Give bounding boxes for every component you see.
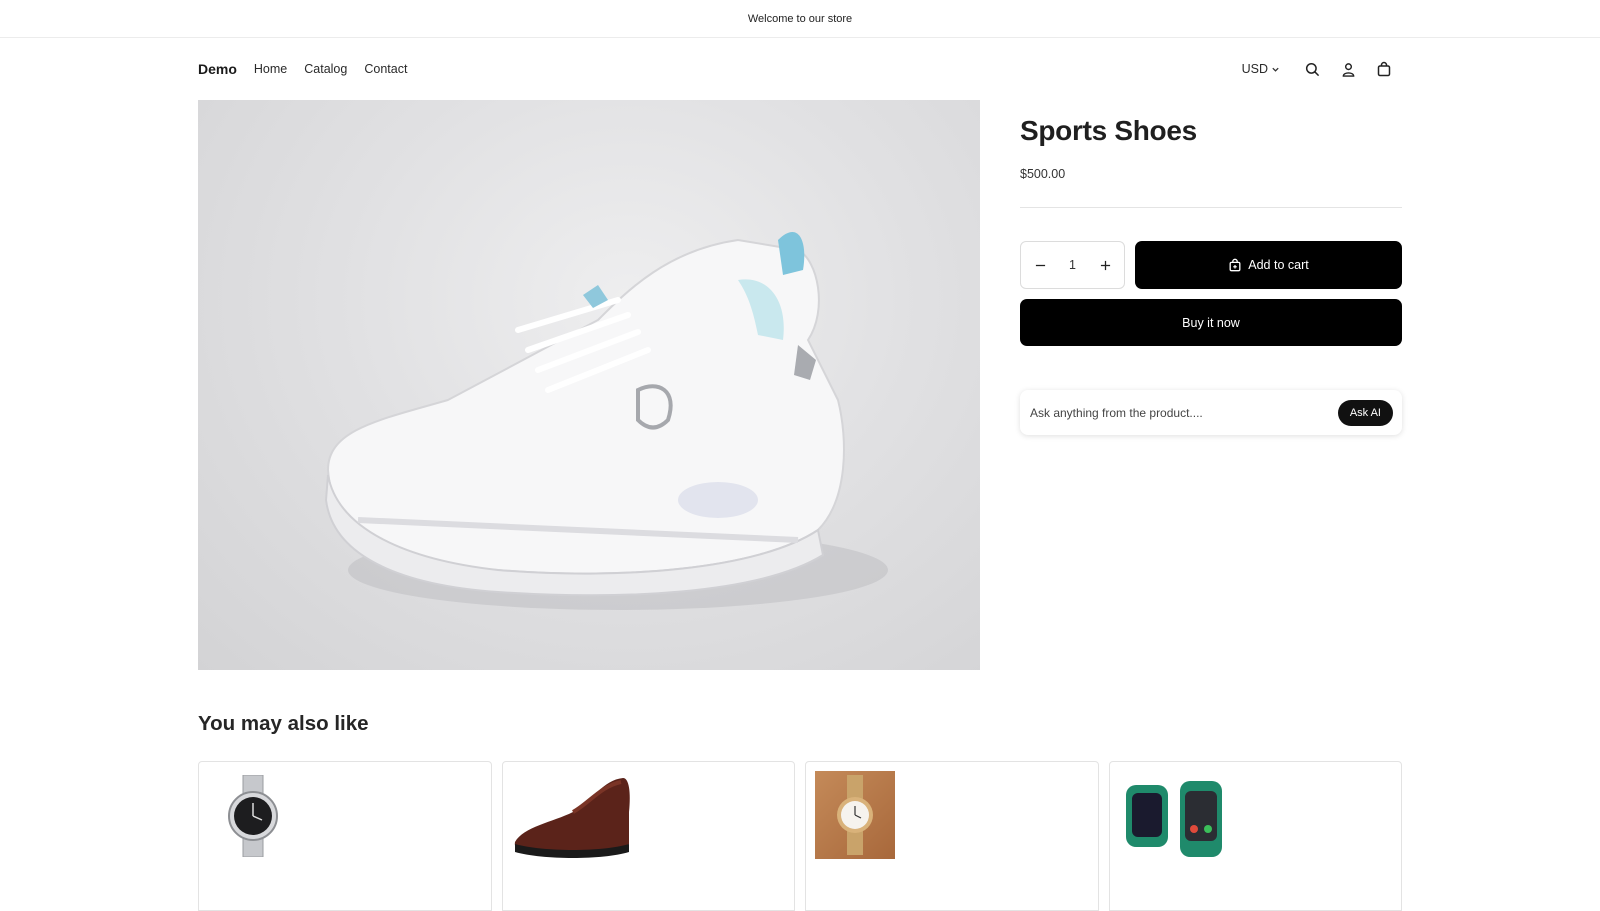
buy-it-now-label: Buy it now <box>1182 315 1240 330</box>
product-card[interactable] <box>1108 761 1402 911</box>
currency-selector[interactable]: USD <box>1242 62 1280 76</box>
main-nav: Home Catalog Contact <box>254 62 408 76</box>
cart-add-icon <box>1229 258 1241 272</box>
minus-icon <box>1035 264 1045 266</box>
user-icon <box>1342 62 1354 77</box>
shopping-bag-icon <box>1377 61 1391 77</box>
nav-contact-link[interactable]: Contact <box>364 62 407 76</box>
green-smartwatch-image <box>1125 781 1222 857</box>
cart-button[interactable] <box>1366 54 1402 84</box>
ask-ai-button[interactable]: Ask AI <box>1337 399 1393 426</box>
plus-icon <box>1100 260 1110 270</box>
store-logo[interactable]: Demo <box>198 61 237 77</box>
recommendations-grid <box>198 761 1402 911</box>
product-card[interactable] <box>805 761 1099 911</box>
add-to-cart-button[interactable]: Add to cart <box>1135 241 1402 289</box>
search-button[interactable] <box>1294 54 1330 84</box>
account-button[interactable] <box>1330 54 1366 84</box>
leather-shoe-image <box>514 778 630 858</box>
product-card[interactable] <box>198 761 492 911</box>
product-info: Sports Shoes $500.00 <box>1020 115 1402 208</box>
header-actions: USD <box>1242 54 1402 84</box>
product-card[interactable] <box>501 761 795 911</box>
quantity-input[interactable] <box>1057 258 1088 272</box>
product-main-image[interactable] <box>198 100 980 670</box>
site-header: Demo Home Catalog Contact USD <box>198 54 1402 84</box>
add-to-cart-label: Add to cart <box>1248 258 1309 272</box>
divider <box>1020 207 1402 208</box>
currency-label: USD <box>1241 62 1268 76</box>
quantity-increase-button[interactable] <box>1094 254 1116 276</box>
product-price: $500.00 <box>1020 167 1066 181</box>
purchase-row: Add to cart <box>1020 241 1402 289</box>
ask-ai-box: Ask AI <box>1020 390 1402 435</box>
sneaker-image <box>324 231 888 610</box>
product-title: Sports Shoes <box>1020 115 1197 146</box>
nav-home-link[interactable]: Home <box>254 62 287 76</box>
product-thumbnail <box>1119 771 1229 867</box>
quantity-decrease-button[interactable] <box>1029 254 1051 276</box>
announcement-text: Welcome to our store <box>747 12 853 25</box>
nav-catalog-link[interactable]: Catalog <box>304 62 347 76</box>
buy-it-now-button[interactable]: Buy it now <box>1020 299 1402 346</box>
gold-watch-image <box>837 775 873 855</box>
search-icon <box>1305 62 1319 76</box>
announcement-bar: Welcome to our store <box>0 0 1600 38</box>
product-thumbnail <box>208 771 298 861</box>
quantity-stepper <box>1020 241 1125 289</box>
recommendations-title: You may also like <box>198 712 369 735</box>
chevron-down-icon <box>1272 67 1279 72</box>
product-thumbnail <box>815 771 895 859</box>
ask-ai-input[interactable] <box>1030 405 1338 420</box>
product-thumbnail <box>512 771 632 861</box>
silver-watch-image <box>228 775 278 857</box>
ask-ai-label: Ask AI <box>1349 406 1381 419</box>
